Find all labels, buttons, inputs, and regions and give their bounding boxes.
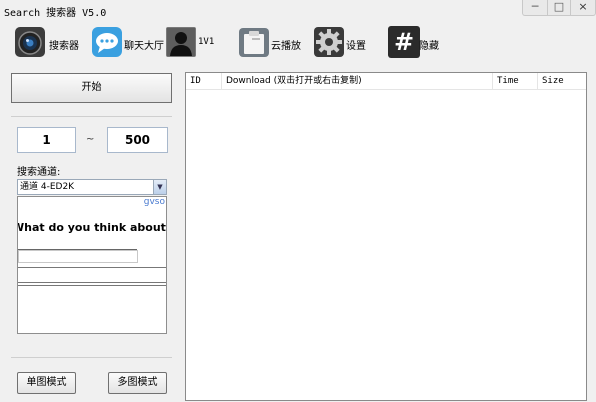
toolbar-item-1v1[interactable]: 1V1 (165, 26, 217, 58)
toolbar-label-1v1: 1V1 (198, 37, 215, 47)
hash-icon: # (388, 26, 420, 58)
toolbar-label-search: 搜索器 (49, 41, 79, 52)
column-header-size[interactable]: Size (538, 73, 586, 90)
results-list[interactable]: ID Download (双击打开或右击复制) Time Size (185, 72, 587, 401)
divider (18, 267, 166, 268)
start-button[interactable]: 开始 (11, 73, 172, 103)
ad-brand[interactable]: gvso (144, 197, 165, 207)
window-title: Search 搜索器 V5.0 (4, 8, 107, 19)
clipboard-icon (239, 28, 269, 57)
column-header-download[interactable]: Download (双击打开或右击复制) (222, 73, 493, 90)
column-header-time[interactable]: Time (493, 73, 538, 90)
toolbar-item-chat[interactable]: 聊天大厅 (91, 26, 164, 58)
toolbar-label-chat: 聊天大厅 (124, 41, 164, 52)
toolbar-label-cloud-play: 云播放 (271, 41, 301, 52)
toolbar-item-hide[interactable]: # 隐藏 (388, 26, 444, 58)
camera-lens-icon (15, 27, 45, 57)
ad-panel: gvso What do you think about c (17, 196, 167, 334)
single-image-mode-button[interactable]: 单图模式 (17, 372, 76, 394)
close-button[interactable]: × (570, 0, 596, 16)
range-to-input[interactable]: 500 (107, 127, 168, 153)
channel-select-value: 通道 4-ED2K (20, 182, 75, 192)
column-header-id[interactable]: ID (186, 73, 222, 90)
maximize-button[interactable]: □ (547, 0, 571, 16)
divider (11, 357, 172, 358)
toolbar-label-hide: 隐藏 (419, 41, 439, 52)
user-silhouette-icon (166, 27, 196, 57)
toolbar-item-search[interactable]: 搜索器 (14, 26, 80, 58)
divider (18, 282, 166, 283)
channel-label: 搜索通道: (17, 167, 61, 178)
minimize-button[interactable]: ─ (522, 0, 548, 16)
divider (11, 116, 172, 117)
ad-question: What do you think about c (17, 221, 167, 234)
toolbar-label-settings: 设置 (346, 41, 366, 52)
channel-select[interactable]: 通道 4-ED2K ▼ (17, 179, 167, 195)
chevron-down-icon[interactable]: ▼ (153, 180, 166, 194)
divider (18, 285, 166, 286)
chat-bubble-icon (92, 27, 122, 57)
ad-input[interactable] (18, 250, 138, 263)
toolbar-item-cloud-play[interactable]: 云播放 (238, 26, 306, 58)
range-from-input[interactable]: 1 (17, 127, 76, 153)
gear-icon (314, 27, 344, 57)
range-separator: ~ (86, 134, 95, 145)
toolbar-item-settings[interactable]: 设置 (313, 26, 369, 58)
hash-glyph: # (393, 28, 415, 56)
multi-image-mode-button[interactable]: 多图模式 (108, 372, 167, 394)
